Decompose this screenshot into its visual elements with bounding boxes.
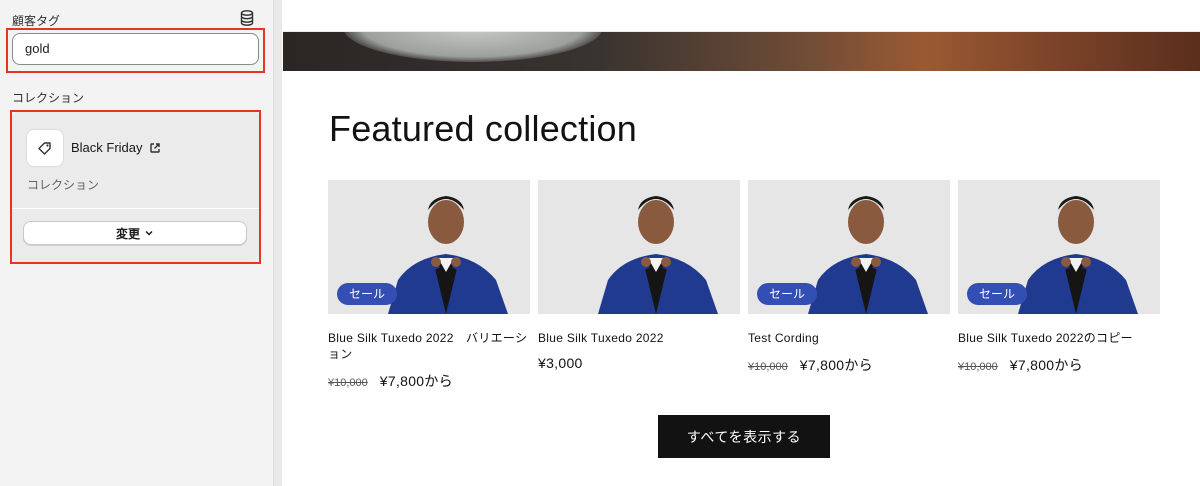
compare-price: ¥10,000 bbox=[328, 377, 368, 389]
product-card[interactable]: Blue Silk Tuxedo 2022 ¥3,000 bbox=[538, 180, 740, 371]
product-image[interactable] bbox=[538, 180, 740, 314]
customer-tag-label: 顧客タグ bbox=[12, 14, 61, 28]
price-row: ¥10,000 ¥7,800から bbox=[958, 355, 1160, 375]
price: ¥7,800から bbox=[799, 357, 873, 373]
product-photo bbox=[538, 180, 740, 314]
collection-type-label: コレクション bbox=[27, 178, 100, 192]
product-title[interactable]: Blue Silk Tuxedo 2022 bbox=[538, 330, 740, 346]
product-title[interactable]: Test Cording bbox=[748, 330, 950, 346]
chevron-down-icon bbox=[145, 230, 153, 236]
section-title: Featured collection bbox=[329, 108, 637, 149]
product-title[interactable]: Blue Silk Tuxedo 2022 バリエーション bbox=[328, 330, 530, 362]
menu-icon[interactable] bbox=[311, 0, 329, 4]
product-image[interactable]: セール bbox=[958, 180, 1160, 314]
sale-badge: セール bbox=[757, 283, 818, 305]
price-row: ¥10,000 ¥7,800から bbox=[328, 371, 530, 391]
collection-name-link[interactable]: Black Friday bbox=[71, 140, 161, 155]
sale-badge: セール bbox=[967, 283, 1028, 305]
store-header bbox=[283, 0, 1200, 32]
product-card[interactable]: セール Test Cording ¥10,000 ¥7,800から bbox=[748, 180, 950, 375]
collection-thumbnail bbox=[26, 129, 64, 167]
price-row: ¥10,000 ¥7,800から bbox=[748, 355, 950, 375]
settings-panel: 顧客タグ gold コレクション Black Friday コレクション 変更 bbox=[0, 0, 273, 486]
price-row: ¥3,000 bbox=[538, 355, 740, 371]
compare-price: ¥10,000 bbox=[958, 361, 998, 373]
product-image[interactable]: セール bbox=[328, 180, 530, 314]
price: ¥7,800から bbox=[379, 373, 453, 389]
external-link-icon[interactable] bbox=[149, 142, 161, 154]
cart-icon[interactable] bbox=[1151, 0, 1165, 4]
product-image[interactable]: セール bbox=[748, 180, 950, 314]
change-button-label: 変更 bbox=[115, 226, 140, 241]
price: ¥3,000 bbox=[538, 355, 583, 371]
collection-card: Black Friday コレクション 変更 bbox=[12, 112, 259, 262]
change-collection-button[interactable]: 変更 bbox=[23, 221, 247, 245]
app-root: 顧客タグ gold コレクション Black Friday コレクション 変更 … bbox=[0, 0, 1200, 486]
compare-price: ¥10,000 bbox=[748, 361, 788, 373]
product-card[interactable]: セール Blue Silk Tuxedo 2022 バリエーション ¥10,00… bbox=[328, 180, 530, 391]
account-icon[interactable] bbox=[1083, 0, 1095, 4]
customer-tag-input[interactable]: gold bbox=[12, 33, 259, 65]
collection-label: コレクション bbox=[12, 91, 85, 105]
collection-divider bbox=[12, 208, 259, 209]
hero-image bbox=[283, 32, 1200, 71]
search-icon[interactable] bbox=[1113, 0, 1127, 4]
store-preview: Featured collection セール Blue Silk Tuxedo… bbox=[283, 0, 1200, 486]
database-icon[interactable] bbox=[240, 10, 254, 26]
price: ¥7,800から bbox=[1009, 357, 1083, 373]
sale-badge: セール bbox=[337, 283, 398, 305]
product-title[interactable]: Blue Silk Tuxedo 2022のコピー bbox=[958, 330, 1160, 346]
panel-divider bbox=[273, 0, 282, 486]
hero-plate-shape bbox=[343, 32, 603, 62]
product-card[interactable]: セール Blue Silk Tuxedo 2022のコピー ¥10,000 ¥7… bbox=[958, 180, 1160, 375]
collection-name[interactable]: Black Friday bbox=[71, 140, 143, 155]
view-all-button[interactable]: すべてを表示する bbox=[658, 415, 830, 458]
tag-icon bbox=[38, 142, 51, 155]
